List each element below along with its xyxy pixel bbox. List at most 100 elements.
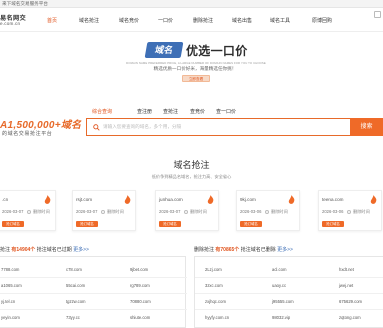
list-item[interactable]: hyyfy.com.cn xyxy=(205,315,229,320)
row-divider xyxy=(195,293,383,294)
promo-count: A1,500,000+域名 xyxy=(0,120,82,131)
list-item[interactable]: uaoy.cc xyxy=(272,283,286,288)
card-status: 删除时间 xyxy=(33,209,50,214)
list-item[interactable]: zqtong.com xyxy=(339,315,361,320)
banner-title: 优选一口价 xyxy=(186,44,248,58)
banner-slogan: 精选优质一口价好米，海量精选任你挑！ xyxy=(153,66,237,71)
list-item[interactable]: 70880.com xyxy=(130,299,151,304)
card-domain: teena.com xyxy=(322,197,344,202)
section-subtitle: 低价争到精品名域名，抢注力高、安全省心 xyxy=(151,174,232,179)
deleted-list-more-link[interactable]: 更多>> xyxy=(277,247,293,253)
list-item[interactable]: tgzzw.com xyxy=(66,299,86,304)
search-area: A1,500,000+域名 的域名交易抢注平台 综合查询 查注册 查抢注 查竞价… xyxy=(0,98,383,142)
card-status: 删除时间 xyxy=(271,209,288,214)
clock-icon xyxy=(101,210,105,214)
card-grab-button[interactable]: 抢订域名 xyxy=(322,221,344,227)
deleted-list-suffix: 抢注域名已删除 xyxy=(240,247,276,253)
search-button[interactable]: 搜索 xyxy=(350,118,383,136)
domain-card[interactable]: junhua.com 2026-03-07 删除时间 抢订域名 xyxy=(155,190,219,231)
list-item[interactable]: zxjhqc.com xyxy=(205,299,226,304)
card-date: 2026-03-06 xyxy=(240,209,262,214)
row-divider xyxy=(0,309,187,310)
clock-icon xyxy=(27,210,31,214)
tab-grab[interactable]: 查抢注 xyxy=(163,108,178,115)
banner-english-subtitle: DOMAIN NAME PREFERRED PRICE, A LARGE NUM… xyxy=(126,61,266,65)
user-icon[interactable] xyxy=(374,11,381,18)
list-item[interactable]: 3zxc.com xyxy=(205,283,223,288)
grab-list-count: 有14904个 xyxy=(11,247,36,253)
clock-icon xyxy=(184,210,188,214)
flame-icon xyxy=(124,195,131,204)
grab-list-more-link[interactable]: 更多>> xyxy=(73,247,89,253)
nav-item-tools[interactable]: 域名工具 xyxy=(270,17,290,24)
card-grab-button[interactable]: 抢订域名 xyxy=(240,221,262,227)
domain-card[interactable]: teena.com 2026-03-06 删除时间 抢订域名 xyxy=(318,190,382,231)
top-strip: 来下域名交易服务平台 xyxy=(0,0,383,8)
list-item[interactable]: a1065.com xyxy=(1,283,22,288)
flame-icon xyxy=(207,195,214,204)
list-item[interactable]: shiute.com xyxy=(130,315,150,320)
deleted-list: 2Lzj.com acl.com hxdt.net 3zxc.com uaoy.… xyxy=(194,256,383,328)
grab-list-title: 抢注 xyxy=(0,247,11,253)
card-grab-button[interactable]: 抢订域名 xyxy=(159,221,181,227)
card-date: 2026-03-07 xyxy=(159,209,181,214)
list-item[interactable]: 7788.com xyxy=(1,267,19,272)
row-divider xyxy=(0,277,187,278)
row-divider xyxy=(195,309,383,310)
list-item[interactable]: 73yy.cc xyxy=(66,315,80,320)
clock-icon xyxy=(265,210,269,214)
promo-tagline: 的域名交易抢注平台 xyxy=(2,131,53,137)
list-item[interactable]: hxdt.net xyxy=(339,267,354,272)
card-status: 删除时间 xyxy=(107,209,124,214)
card-grab-button[interactable]: 抢订域名 xyxy=(2,221,24,227)
list-item[interactable]: yj.tel.cn xyxy=(1,299,15,304)
domain-card[interactable]: 9kj.com 2026-03-06 删除时间 抢订域名 xyxy=(236,190,300,231)
nav-item-for-sale[interactable]: 域名出售 xyxy=(232,17,252,24)
tab-all[interactable]: 综合查询 xyxy=(92,108,112,115)
list-item[interactable]: jwej.net xyxy=(339,283,353,288)
section-title: 域名抢注 xyxy=(173,160,210,170)
deleted-list-title: 删除抢注 xyxy=(194,247,215,253)
nav-item-register-grab[interactable]: 域名抢注 xyxy=(79,17,99,24)
card-date: 2026-03-06 xyxy=(322,209,344,214)
list-item[interactable]: 9jbet.com xyxy=(130,267,148,272)
grab-list-header: 抢注 有14904个 抢注域名已过期 更多>> xyxy=(0,246,89,253)
card-domain: junhua.com xyxy=(159,197,183,202)
nav-item-bidding[interactable]: 域名竞价 xyxy=(119,17,139,24)
logo-subtitle: e.com.cn xyxy=(0,21,21,26)
domain-card[interactable]: .cn 2026-03-07 删除时间 抢订域名 xyxy=(0,190,56,231)
nav-item-home[interactable]: 首页 xyxy=(47,17,57,24)
list-item[interactable]: c78.com xyxy=(66,267,82,272)
card-date: 2026-03-07 xyxy=(2,209,24,214)
flame-icon xyxy=(288,195,295,204)
list-item[interactable]: 55cai.com xyxy=(66,283,85,288)
tab-register[interactable]: 查注册 xyxy=(137,108,152,115)
search-placeholder: 请输入您要查询的域名，多个用，分隔 xyxy=(103,124,182,129)
search-icon xyxy=(93,124,100,131)
nav-item-deleted-grab[interactable]: 删除抢注 xyxy=(193,17,213,24)
card-status: 删除时间 xyxy=(353,209,370,214)
card-domain: 9kj.com xyxy=(240,197,256,202)
list-item[interactable]: acl.com xyxy=(272,267,286,272)
nav-item-fixed-price[interactable]: 一口价 xyxy=(158,17,173,24)
deleted-list-header: 删除抢注 有70865个 抢注域名已删除 更多>> xyxy=(194,246,293,253)
list-item[interactable]: yeyin.com xyxy=(1,315,20,320)
main-nav: 易名网交 e.com.cn 首页 域名抢注 域名竞价 一口价 删除抢注 域名出售… xyxy=(0,8,383,32)
tab-fixed-price[interactable]: 查一口价 xyxy=(216,108,236,115)
grab-list-suffix: 抢注域名已过期 xyxy=(36,247,72,253)
card-grab-button[interactable]: 抢订域名 xyxy=(76,221,98,227)
card-domain: .cn xyxy=(2,197,9,202)
nav-item-buyback[interactable]: 原博回购 xyxy=(312,17,332,24)
list-item[interactable]: 2Lzj.com xyxy=(205,267,222,272)
banner-view-button[interactable]: 立即查看 xyxy=(182,75,210,82)
row-divider xyxy=(195,277,383,278)
search-input[interactable]: 请输入您要查询的域名，多个用，分隔 xyxy=(86,118,352,136)
list-item[interactable]: rg789.com xyxy=(130,283,150,288)
list-item[interactable]: j95555.com xyxy=(272,299,294,304)
list-item[interactable]: 675629.com xyxy=(339,299,362,304)
tab-bid[interactable]: 查竞价 xyxy=(190,108,205,115)
clock-icon xyxy=(347,210,351,214)
domain-card[interactable]: rsjt.com 2026-03-07 删除时间 抢订域名 xyxy=(72,190,136,231)
flame-icon xyxy=(44,195,51,204)
list-item[interactable]: 98032.vip xyxy=(272,315,290,320)
